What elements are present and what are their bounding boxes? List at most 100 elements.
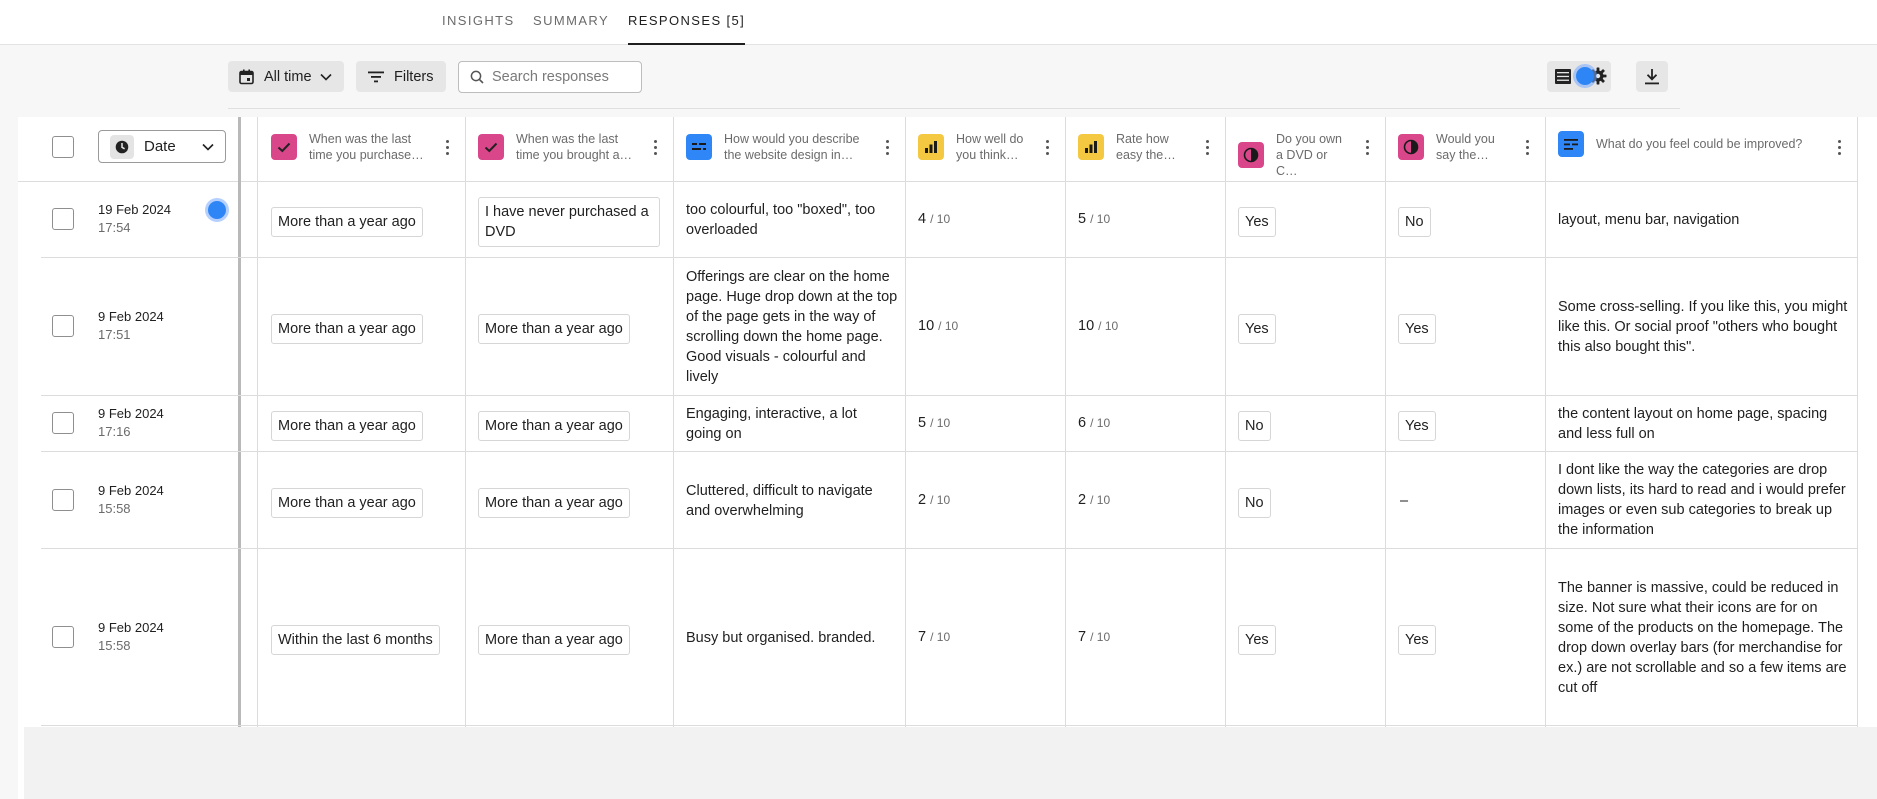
answer-q7: Yes	[1398, 411, 1436, 441]
row-checkbox[interactable]	[52, 489, 74, 511]
answer-q8: I dont like the way the categories are d…	[1558, 462, 1846, 538]
column-divider	[673, 117, 674, 727]
answer-q5: 5 / 10	[1078, 211, 1111, 227]
chevron-down-icon	[319, 73, 332, 81]
answer-q1: Within the last 6 months	[271, 625, 440, 655]
column-header-q8[interactable]: What do you feel could be improved?	[1558, 131, 1818, 157]
answer-q6: Yes	[1238, 314, 1276, 344]
answer-q1: More than a year ago	[271, 411, 423, 441]
response-date: 9 Feb 2024 17:16	[98, 406, 164, 439]
column-header-q1[interactable]: When was the last time you purchase…	[271, 131, 451, 163]
column-divider	[1857, 117, 1858, 727]
column-header-q1-text: When was the last time you purchase…	[309, 132, 424, 162]
answer-q1: More than a year ago	[271, 207, 423, 237]
answer-q7: Yes	[1398, 314, 1436, 344]
time-range-label: All time	[264, 68, 312, 85]
column-header-q6[interactable]: Do you own a DVD or C…	[1238, 131, 1358, 179]
column-header-q7[interactable]: Would you say the…	[1398, 131, 1518, 163]
response-date: 9 Feb 2024 17:51	[98, 309, 164, 342]
column-header-q5[interactable]: Rate how easy the…	[1078, 131, 1198, 163]
answer-q3: Engaging, interactive, a lot going on	[686, 406, 857, 442]
clock-icon	[110, 134, 134, 159]
column-divider	[465, 117, 466, 727]
row-divider	[41, 395, 1857, 396]
row-checkbox[interactable]	[52, 315, 74, 337]
column-divider	[905, 117, 906, 727]
column-header-q7-text: Would you say the…	[1436, 132, 1495, 162]
answer-q4: 4 / 10	[918, 211, 951, 227]
search-placeholder: Search responses	[492, 69, 609, 85]
row-checkbox[interactable]	[52, 208, 74, 230]
answer-q4: 2 / 10	[918, 492, 951, 508]
answer-q7: No	[1398, 207, 1431, 237]
answer-q8: Some cross-selling. If you like this, yo…	[1558, 299, 1848, 355]
column-header-q2[interactable]: When was the last time you brought a…	[478, 131, 658, 163]
yes-no-icon	[1238, 142, 1264, 168]
answer-q2: More than a year ago	[478, 488, 630, 518]
download-button[interactable]	[1636, 61, 1668, 92]
column-header-q8-text: What do you feel could be improved?	[1596, 137, 1803, 151]
filters-label: Filters	[394, 68, 434, 85]
filter-icon	[368, 71, 384, 83]
row-checkbox[interactable]	[52, 626, 74, 648]
tab-summary[interactable]: SUMMARY	[533, 13, 609, 45]
row-checkbox[interactable]	[52, 412, 74, 434]
column-menu-q3-icon[interactable]	[886, 140, 890, 158]
focus-indicator	[1576, 67, 1594, 85]
column-header-q3[interactable]: How would you describe the website desig…	[686, 131, 876, 163]
answer-q8: the content layout on home page, spacing…	[1558, 406, 1828, 442]
answer-q3: Offerings are clear on the home page. Hu…	[686, 269, 898, 385]
answer-q5: 2 / 10	[1078, 492, 1111, 508]
column-header-q3-text: How would you describe the website desig…	[724, 132, 860, 162]
tab-responses[interactable]: RESPONSES [5]	[628, 13, 746, 45]
frozen-column-divider[interactable]	[238, 117, 241, 727]
checkbox-icon	[271, 134, 297, 160]
column-header-q4[interactable]: How well do you think…	[918, 131, 1038, 163]
answer-q4: 10 / 10	[918, 318, 959, 334]
column-menu-q6-icon[interactable]	[1366, 140, 1370, 158]
search-icon	[470, 70, 484, 84]
answer-q2: More than a year ago	[478, 625, 630, 655]
row-divider	[41, 548, 1857, 549]
download-icon	[1644, 68, 1660, 85]
column-header-q5-text: Rate how easy the…	[1116, 132, 1176, 162]
column-header-q4-text: How well do you think…	[956, 132, 1024, 162]
answer-q6: Yes	[1238, 625, 1276, 655]
column-divider	[1545, 117, 1546, 727]
answer-q6: Yes	[1238, 207, 1276, 237]
list-view-icon[interactable]	[1555, 69, 1571, 84]
response-date: 9 Feb 2024 15:58	[98, 483, 164, 516]
answer-q1: More than a year ago	[271, 314, 423, 344]
date-column-dropdown[interactable]: Date	[98, 130, 226, 163]
column-menu-q8-icon[interactable]	[1838, 140, 1842, 158]
answer-q2: I have never purchased a DVD	[478, 197, 660, 247]
answer-q1: More than a year ago	[271, 488, 423, 518]
answer-q7: –	[1400, 493, 1409, 509]
search-input[interactable]: Search responses	[458, 61, 642, 93]
response-date: 9 Feb 2024 15:58	[98, 620, 164, 653]
response-date: 19 Feb 2024 17:54	[98, 202, 172, 235]
checkbox-icon	[478, 134, 504, 160]
answer-q4: 5 / 10	[918, 415, 951, 431]
column-menu-q1-icon[interactable]	[446, 140, 450, 158]
paragraph-icon	[1558, 131, 1584, 157]
time-range-dropdown[interactable]: All time	[228, 61, 344, 92]
answer-q5: 7 / 10	[1078, 629, 1111, 645]
column-divider	[1065, 117, 1066, 727]
column-menu-q2-icon[interactable]	[654, 140, 658, 158]
tab-insights[interactable]: INSIGHTS	[442, 13, 515, 45]
column-divider	[1385, 117, 1386, 727]
column-divider	[257, 117, 258, 727]
column-menu-q5-icon[interactable]	[1206, 140, 1210, 158]
answer-q8: The banner is massive, could be reduced …	[1558, 580, 1847, 696]
answer-q4: 7 / 10	[918, 629, 951, 645]
answer-q3: too colourful, too "boxed", too overload…	[686, 202, 876, 238]
column-menu-q7-icon[interactable]	[1526, 140, 1530, 158]
column-menu-q4-icon[interactable]	[1046, 140, 1050, 158]
bar-chart-icon	[918, 134, 944, 160]
column-header-q6-text: Do you own a DVD or C…	[1276, 132, 1343, 178]
filters-button[interactable]: Filters	[356, 61, 446, 92]
answer-q3: Cluttered, difficult to navigate and ove…	[686, 483, 873, 519]
select-all-checkbox[interactable]	[52, 136, 74, 158]
calendar-icon	[239, 69, 254, 85]
